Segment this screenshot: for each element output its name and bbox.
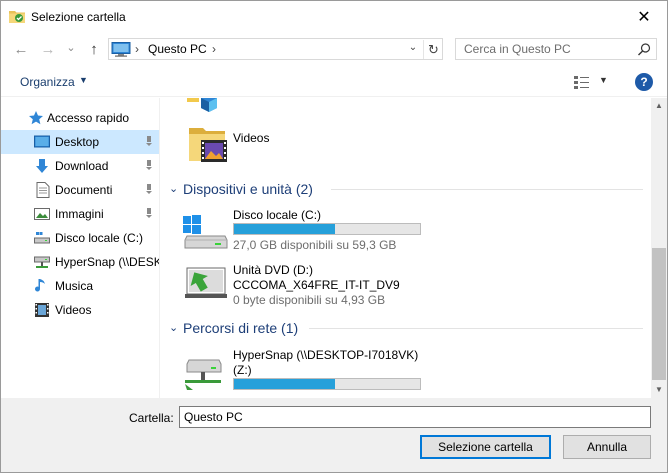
- video-folder-icon[interactable]: [185, 122, 229, 166]
- content-pane: Videos ⌄ Dispositivi e unità (2) Disco l…: [161, 98, 651, 398]
- command-bar: Organizza ▼ ▼ ?: [1, 67, 667, 97]
- breadcrumb-separator[interactable]: ›: [212, 42, 216, 56]
- desktop-icon: [34, 134, 50, 150]
- video-folder-icon: [34, 302, 50, 318]
- folder-name-videos[interactable]: Videos: [233, 131, 269, 145]
- up-button[interactable]: ↑: [85, 38, 103, 60]
- pictures-icon: [34, 206, 50, 222]
- forward-button[interactable]: →: [38, 38, 58, 60]
- back-button[interactable]: ←: [11, 38, 31, 60]
- folder-picker-dialog: Selezione cartella ✕ ← → ⌄ ↑ › Questo PC…: [0, 0, 668, 473]
- pin-icon[interactable]: [144, 135, 154, 147]
- folder-label: Cartella:: [129, 411, 174, 425]
- address-bar[interactable]: › Questo PC › ⌄ ↻: [108, 38, 443, 60]
- drive-label-d[interactable]: CCCOMA_X64FRE_IT-IT_DV9: [233, 278, 400, 292]
- search-icon[interactable]: [636, 42, 652, 58]
- pin-icon[interactable]: [144, 207, 154, 219]
- sidebar-item-musica[interactable]: Musica: [1, 274, 159, 298]
- folder-check-icon: [9, 9, 25, 23]
- computer-icon: [111, 42, 131, 57]
- refresh-button[interactable]: ↻: [423, 40, 443, 59]
- group-title-network: Percorsi di rete (1): [183, 320, 299, 336]
- sidebar-item-accesso-rapido[interactable]: Accesso rapido: [1, 106, 159, 130]
- help-button[interactable]: ?: [635, 73, 653, 91]
- group-header-devices[interactable]: ⌄ Dispositivi e unità (2): [161, 180, 646, 198]
- sidebar-item-download[interactable]: Download: [1, 154, 159, 178]
- dvd-drive-icon[interactable]: [183, 264, 229, 300]
- pin-icon[interactable]: [144, 159, 154, 171]
- title-bar: Selezione cartella ✕: [1, 1, 667, 32]
- pin-icon[interactable]: [144, 183, 154, 195]
- scroll-up-button[interactable]: ▲: [651, 98, 667, 114]
- dialog-footer: Cartella: Selezione cartella Annulla: [1, 398, 667, 472]
- drive-icon: [34, 230, 50, 246]
- group-header-network[interactable]: ⌄ Percorsi di rete (1): [161, 319, 646, 337]
- drive-letter-z[interactable]: (Z:): [233, 363, 252, 377]
- search-box[interactable]: Cerca in Questo PC: [455, 38, 657, 60]
- select-folder-button[interactable]: Selezione cartella: [420, 435, 551, 459]
- download-icon: [34, 158, 50, 174]
- drive-name-c[interactable]: Disco locale (C:): [233, 208, 321, 222]
- chevron-down-icon[interactable]: ⌄: [169, 182, 178, 195]
- group-title-devices: Dispositivi e unità (2): [183, 181, 313, 197]
- drive-usage-fill: [234, 379, 335, 389]
- scroll-down-button[interactable]: ▼: [651, 382, 667, 398]
- cancel-button[interactable]: Annulla: [563, 435, 651, 459]
- 3d-objects-icon[interactable]: [185, 98, 225, 112]
- chevron-down-icon[interactable]: ▼: [599, 75, 608, 85]
- sidebar-item-disco-locale[interactable]: Disco locale (C:): [1, 226, 159, 250]
- sidebar-item-hypersnap[interactable]: HyperSnap (\\DESK: [1, 250, 159, 274]
- breadcrumb-questo-pc[interactable]: Questo PC: [148, 42, 207, 56]
- close-button[interactable]: ✕: [621, 1, 667, 32]
- drive-usage-fill: [234, 224, 335, 234]
- document-icon: [35, 182, 51, 198]
- drive-usage-bar-c: [233, 223, 421, 235]
- drive-free-space-c: 27,0 GB disponibili su 59,3 GB: [233, 238, 397, 252]
- group-divider: [309, 328, 643, 329]
- network-drive-icon: [34, 254, 50, 270]
- sidebar-item-videos[interactable]: Videos: [1, 298, 159, 322]
- breadcrumb-separator[interactable]: ›: [135, 42, 139, 56]
- drive-name-d[interactable]: Unità DVD (D:): [233, 263, 313, 277]
- sidebar-item-documenti[interactable]: Documenti: [1, 178, 159, 202]
- window-title: Selezione cartella: [31, 10, 126, 24]
- windows-drive-icon[interactable]: [181, 212, 229, 252]
- chevron-down-icon[interactable]: ⌄: [405, 42, 421, 53]
- view-options-icon[interactable]: [573, 74, 591, 90]
- sidebar-item-immagini[interactable]: Immagini: [1, 202, 159, 226]
- drive-usage-bar-z: [233, 378, 421, 390]
- sidebar-item-desktop[interactable]: Desktop: [1, 130, 159, 154]
- folder-name-input[interactable]: [179, 406, 651, 428]
- star-icon: [28, 110, 44, 126]
- group-divider: [331, 189, 643, 190]
- network-drive-icon[interactable]: [181, 356, 229, 392]
- music-icon: [34, 278, 50, 294]
- drive-free-space-d: 0 byte disponibili su 4,93 GB: [233, 293, 386, 307]
- vertical-scrollbar[interactable]: ▲ ▼: [651, 98, 667, 398]
- chevron-down-icon[interactable]: ▼: [79, 75, 88, 85]
- search-input[interactable]: Cerca in Questo PC: [464, 42, 571, 56]
- recent-locations-button[interactable]: ⌄: [64, 36, 78, 58]
- organize-menu[interactable]: Organizza: [20, 75, 75, 89]
- scroll-thumb[interactable]: [652, 248, 666, 380]
- drive-name-z[interactable]: HyperSnap (\\DESKTOP-I7018VK): [233, 348, 418, 362]
- chevron-down-icon[interactable]: ⌄: [169, 321, 178, 334]
- navigation-pane: Accesso rapido Desktop Download Document…: [1, 98, 160, 398]
